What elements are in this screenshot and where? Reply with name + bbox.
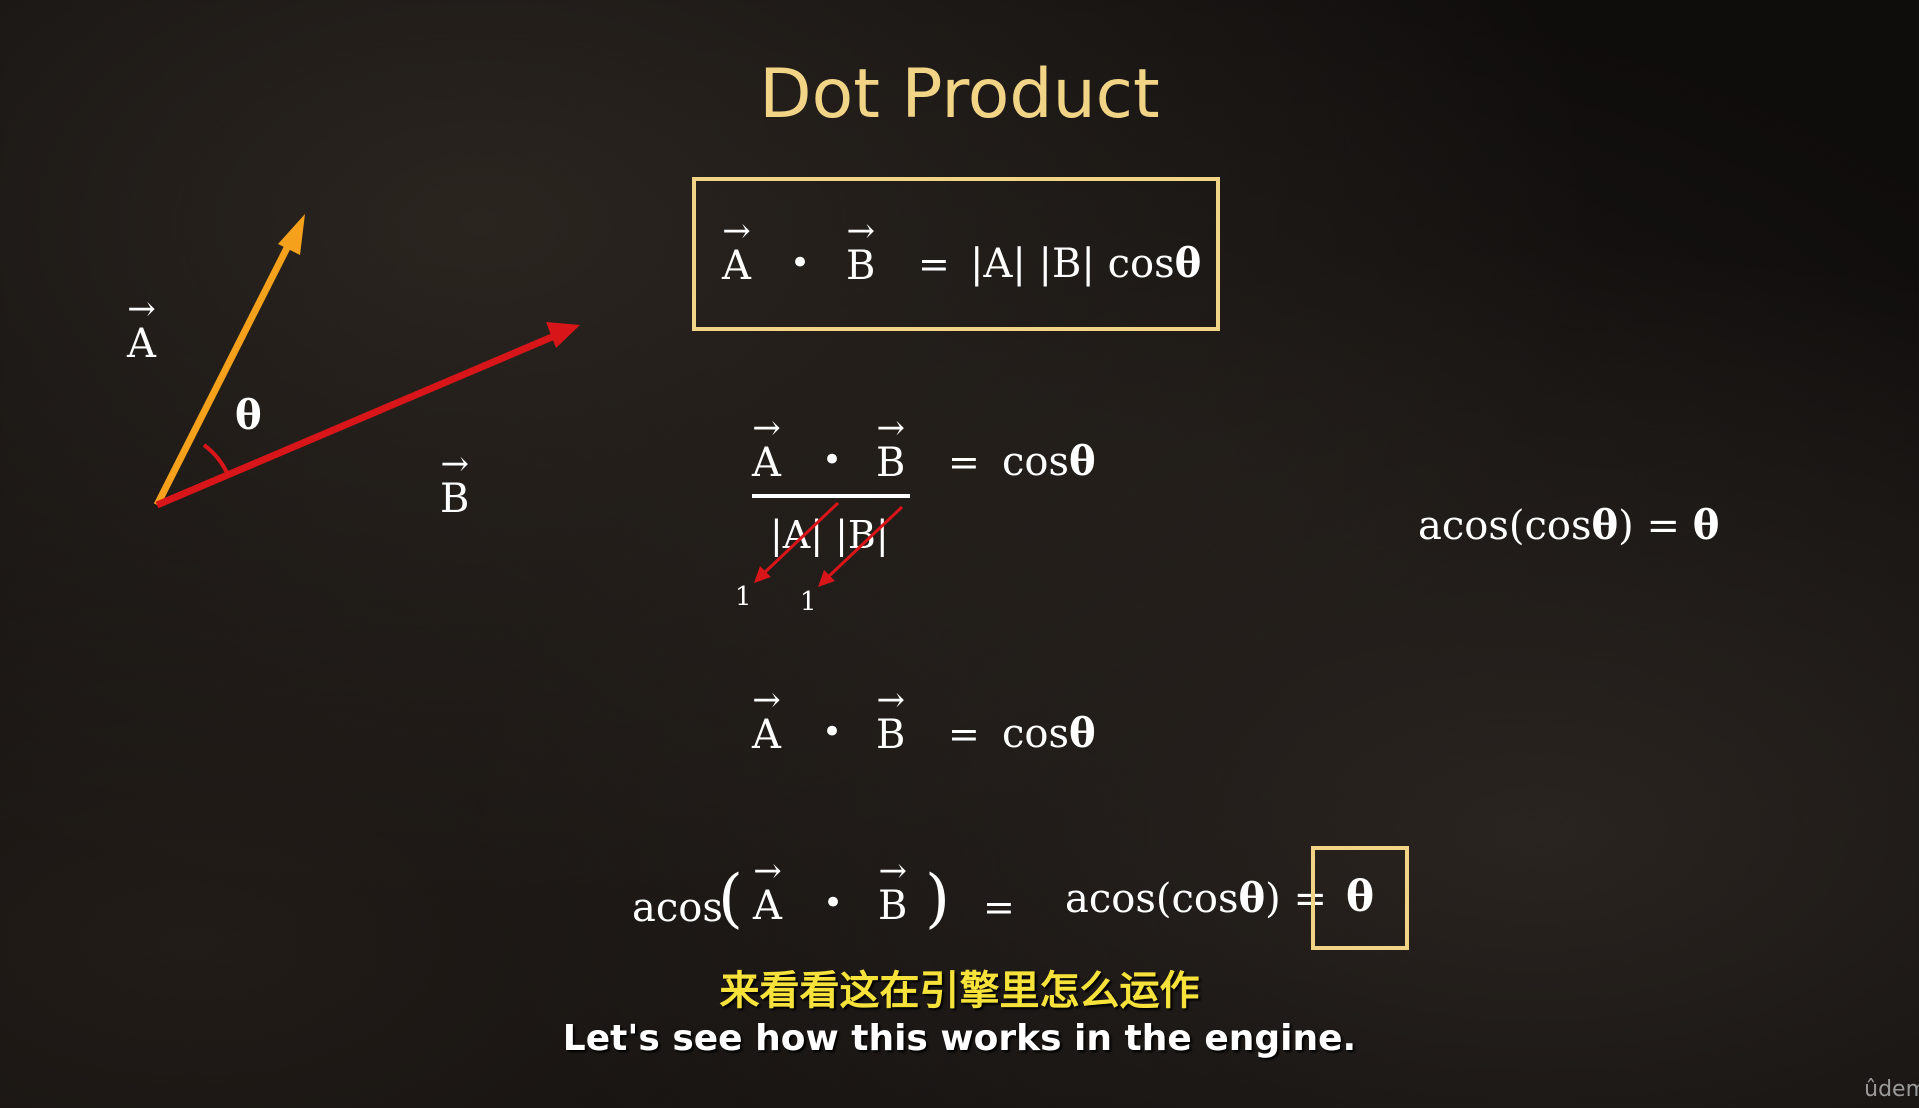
eq4-acos: acos [632,885,723,931]
eq2-vector-a: → A [752,408,781,486]
eq4-vector-a: → A [753,851,782,929]
subtitle-chinese: 来看看这在引擎里怎么运作 [719,968,1200,1014]
eq3-rhs: cosθ [1002,710,1096,757]
eq3-vector-a: → A [752,680,781,758]
eq3-vector-b: → B [876,680,906,758]
unit-length-a: 1 [735,582,752,612]
vector-b-arrow [155,333,554,509]
eq1-vector-b: → B [846,211,876,289]
vector-diagram [153,214,580,509]
eq2-dot: • [822,440,843,480]
eq3-dot: • [822,712,843,752]
eq4-equals: = [983,885,1015,929]
angle-label: θ [235,392,262,439]
vector-b-arrowhead [546,322,580,348]
theta-result: θ [1345,872,1374,921]
eq4-mid: acos(cosθ) = [1065,875,1328,922]
eq1-dot: • [790,243,811,283]
acos-identity: acos(cosθ) = θ [1418,502,1720,549]
vector-a-label: → A [127,289,156,367]
eq2-rhs: cosθ [1002,438,1096,485]
eq4-open-paren: ( [718,862,743,936]
udemy-logo: ûdem [1864,1077,1919,1102]
vector-a-arrowhead [278,214,305,255]
unit-length-b: 1 [800,587,817,617]
eq1-equals: = [918,242,950,286]
eq4-dot: • [823,883,844,923]
eq3-equals: = [948,712,980,756]
angle-arc [202,443,230,476]
eq2-equals: = [948,440,980,484]
eq2-vector-b: → B [876,408,906,486]
unit-length-arrows [754,501,904,587]
eq4-vector-b: → B [878,851,908,929]
eq1-vector-a: → A [722,211,751,289]
eq4-close-paren: ) [925,862,950,936]
eq1-rhs: |A| |B| cosθ [970,240,1202,287]
subtitle-english: Let's see how this works in the engine. [562,1018,1357,1059]
vector-b-label: → B [440,444,470,522]
